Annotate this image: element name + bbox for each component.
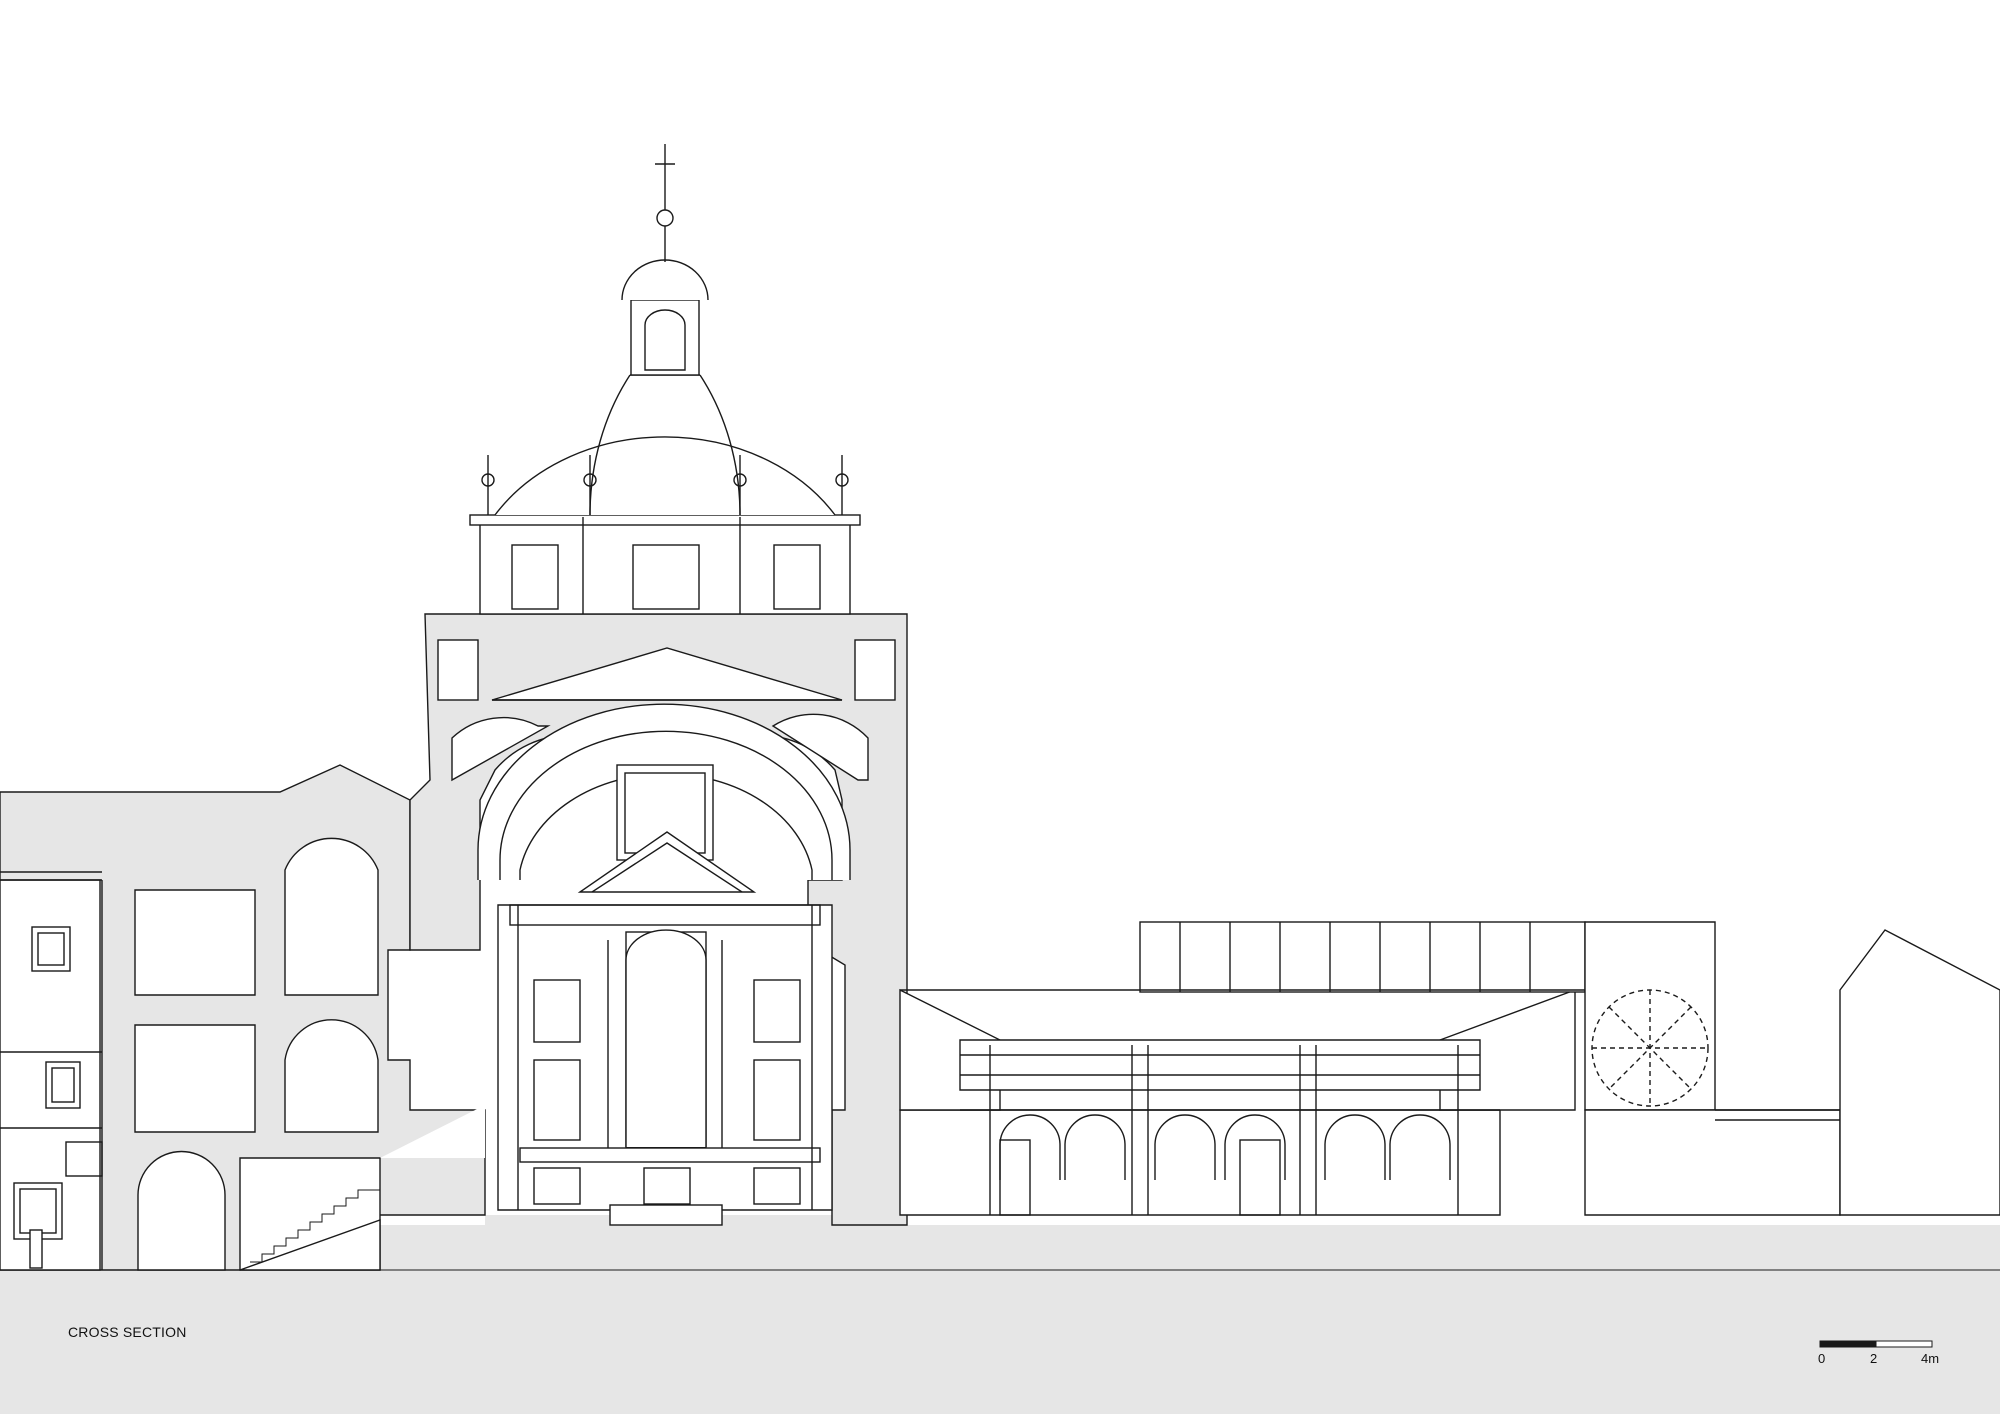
- right-annex-section: [1584, 921, 2000, 1216]
- scale-bar-tick-label: 4m: [1921, 1351, 1940, 1366]
- scale-bar-segment-filled: [1819, 1340, 1877, 1348]
- scale-bar: [1819, 1340, 1933, 1348]
- church-section: [409, 144, 908, 1226]
- cloister-section: [899, 921, 1586, 1216]
- scale-bar-tick-label: 2: [1870, 1351, 1878, 1366]
- scale-bar-tick-label: 0: [1818, 1351, 1826, 1366]
- scale-bar-segment-empty: [1875, 1340, 1933, 1348]
- cross-section-drawing: [0, 144, 2000, 1414]
- drawing-title: CROSS SECTION: [68, 1324, 187, 1340]
